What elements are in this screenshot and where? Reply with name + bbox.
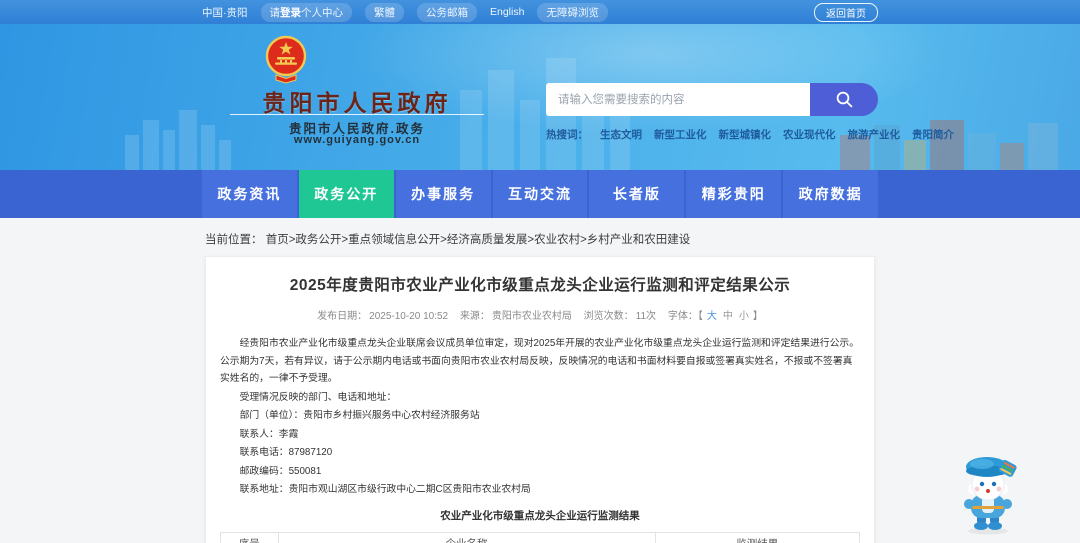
- hot-word-urbanization[interactable]: 新型城镇化: [719, 127, 772, 142]
- publish-date-label: 发布日期：: [317, 311, 368, 322]
- nav-item-gov-data[interactable]: 政府数据: [783, 170, 879, 218]
- article-card: 2025年度贵阳市农业产业化市级重点龙头企业运行监测和评定结果公示 发布日期： 2…: [205, 256, 875, 543]
- search-button[interactable]: [810, 83, 878, 116]
- nav-item-senior-version[interactable]: 长者版: [589, 170, 685, 218]
- login-suffix: 个人中心: [301, 6, 343, 19]
- font-size-small-button[interactable]: 小: [739, 311, 749, 322]
- site-name: 贵阳市人民政府: [262, 90, 452, 116]
- login-personal-center-link[interactable]: 请登录个人中心: [260, 2, 352, 22]
- source-label: 来源：: [459, 311, 490, 322]
- nav-item-services[interactable]: 办事服务: [395, 170, 491, 218]
- acceptance-intro-line: 受理情况反映的部门、电话和地址：: [239, 391, 397, 403]
- site-logo[interactable]: 贵阳市人民政府 贵阳市人民政府.政务 www.guiyang.gov.cn: [202, 24, 512, 170]
- hot-word-ecology[interactable]: 生态文明: [600, 127, 642, 142]
- contact-address-line: 联系地址：贵阳市观山湖区市级行政中心二期C区贵阳市农业农村局: [239, 484, 531, 495]
- notice-paragraph: 经贵阳市农业产业化市级重点龙头企业联席会议成员单位审定，现对2025年开展的农业…: [220, 338, 859, 384]
- breadcrumb: 当前位置： 首页>政务公开>重点领域信息公开>经济高质量发展>农业农村>乡村产业…: [205, 231, 875, 247]
- accessibility-link[interactable]: 无障碍浏览: [537, 2, 608, 22]
- contact-department-line: 部门（单位）：贵阳市乡村振兴服务中心农村经济服务站: [239, 410, 480, 421]
- logo-divider: [230, 114, 484, 115]
- official-mail-link[interactable]: 公务邮箱: [417, 2, 477, 22]
- article-meta: 发布日期： 2025-10-20 10:52 来源： 贵阳市农业农村局 浏览次数： 1…: [220, 307, 860, 322]
- hot-word-tourism[interactable]: 旅游产业化: [848, 127, 901, 142]
- font-size-label-close: 】: [752, 311, 763, 322]
- traditional-chinese-link[interactable]: 繁體: [365, 2, 404, 22]
- nav-item-splendid-guiyang[interactable]: 精彩贵阳: [686, 170, 782, 218]
- postal-code-line: 邮政编码：550081: [239, 465, 322, 477]
- region-link[interactable]: 中国·贵阳: [202, 5, 248, 20]
- publish-date: 2025-10-20 10:52: [369, 311, 449, 322]
- mascot-assistant-widget[interactable]: [952, 451, 1024, 535]
- table-header-row: 序号 企业名称 监测结果: [220, 532, 861, 543]
- main-navigation: 政务资讯 政务公开 办事服务 互动交流 长者版 精彩贵阳 政府数据: [0, 170, 1080, 218]
- views-label: 浏览次数：: [583, 311, 634, 322]
- site-url: www.guiyang.gov.cn: [293, 134, 421, 146]
- monitoring-results-table: 序号 企业名称 监测结果 1 贵州合力超市采购有限公司 合格 2 贵州友禾种业有…: [220, 532, 861, 543]
- page-root: { "topbar": { "region_link": "中国·贵阳", "l…: [0, 0, 1080, 543]
- nav-item-interaction[interactable]: 互动交流: [492, 170, 588, 218]
- login-bold: 登录: [280, 6, 301, 19]
- return-home-button[interactable]: 返回首页: [814, 2, 878, 22]
- header-result: 监测结果: [654, 532, 861, 543]
- table-caption: 农业产业化市级重点龙头企业运行监测结果: [440, 509, 640, 522]
- contact-person-line: 联系人：李霞: [239, 428, 299, 440]
- font-size-large-button[interactable]: 大: [707, 311, 717, 322]
- magnifier-icon: [836, 91, 852, 108]
- source-value: 贵阳市农业农村局: [491, 311, 572, 322]
- mascot-icon: [964, 457, 1017, 535]
- header-company-name: 企业名称: [277, 532, 656, 543]
- article-title: 2025年度贵阳市农业产业化市级重点龙头企业运行监测和评定结果公示: [289, 277, 791, 294]
- search-area: 热搜词： 生态文明 新型工业化 新型城镇化 农业现代化 旅游产业化 贵阳简介: [546, 83, 954, 142]
- breadcrumb-label: 当前位置：: [205, 234, 263, 246]
- site-banner: 贵阳市人民政府 贵阳市人民政府.政务 www.guiyang.gov.cn 热搜…: [0, 24, 1080, 170]
- nav-item-gov-news[interactable]: 政务资讯: [202, 170, 297, 218]
- contact-phone-line: 联系电话：87987120: [239, 447, 333, 458]
- views-value: 11次: [635, 311, 657, 322]
- hot-word-agriculture[interactable]: 农业现代化: [783, 127, 836, 142]
- header-seq: 序号: [220, 532, 279, 543]
- hot-word-guiyang-intro[interactable]: 贵阳简介: [912, 127, 954, 142]
- top-utility-bar: 中国·贵阳 请登录个人中心 繁體 公务邮箱 English 无障碍浏览 返回首页: [0, 0, 1080, 24]
- english-link[interactable]: English: [490, 6, 524, 18]
- hot-word-industry[interactable]: 新型工业化: [654, 127, 707, 142]
- font-size-medium-button[interactable]: 中: [723, 311, 733, 322]
- nav-item-gov-disclosure[interactable]: 政务公开: [298, 170, 394, 218]
- article-body: 经贵阳市农业产业化市级重点龙头企业联席会议成员单位审定，现对2025年开展的农业…: [220, 335, 861, 543]
- breadcrumb-path[interactable]: 首页>政务公开>重点领域信息公开>经济高质量发展>农业农村>乡村产业和农田建设: [266, 234, 691, 246]
- hot-search-label: 热搜词：: [546, 129, 588, 141]
- search-input[interactable]: [546, 83, 810, 116]
- font-size-label: 字体：【: [667, 311, 703, 322]
- login-prefix: 请: [269, 6, 281, 19]
- national-emblem-icon: [265, 35, 307, 84]
- hot-search-row: 热搜词： 生态文明 新型工业化 新型城镇化 农业现代化 旅游产业化 贵阳简介: [546, 127, 954, 142]
